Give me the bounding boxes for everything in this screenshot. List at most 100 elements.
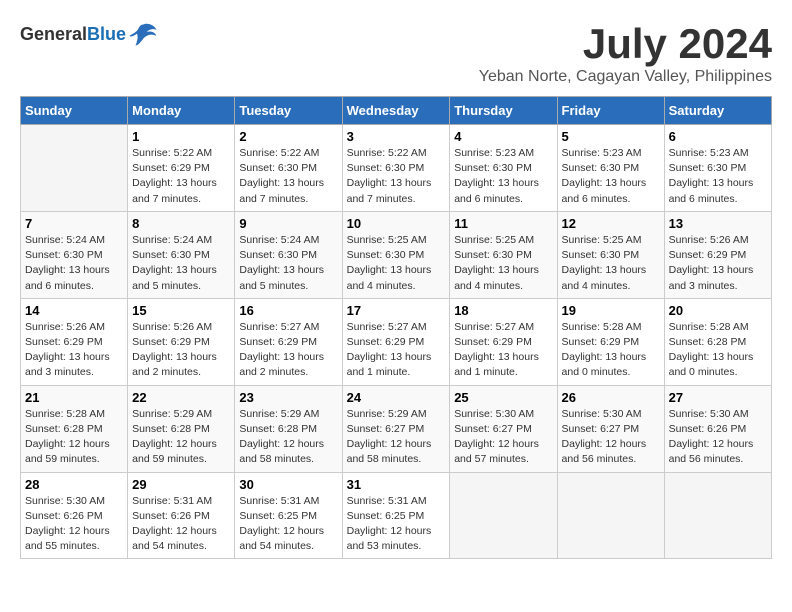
calendar-cell: 24 Sunrise: 5:29 AM Sunset: 6:27 PM Dayli… xyxy=(342,385,450,472)
location-title: Yeban Norte, Cagayan Valley, Philippines xyxy=(479,68,772,86)
calendar-cell: 5 Sunrise: 5:23 AM Sunset: 6:30 PM Daylig… xyxy=(557,125,664,212)
calendar-cell xyxy=(557,472,664,559)
calendar-cell: 13 Sunrise: 5:26 AM Sunset: 6:29 PM Dayli… xyxy=(664,211,771,298)
calendar-cell: 15Sunrise: 5:26 AM Sunset: 6:29 PM Dayli… xyxy=(128,298,235,385)
calendar-cell: 14 Sunrise: 5:26 AM Sunset: 6:29 PM Dayli… xyxy=(21,298,128,385)
calendar-cell: 28Sunrise: 5:30 AM Sunset: 6:26 PM Dayli… xyxy=(21,472,128,559)
calendar-cell: 25Sunrise: 5:30 AM Sunset: 6:27 PM Dayli… xyxy=(450,385,557,472)
day-number: 18 xyxy=(454,303,552,318)
calendar-cell: 1Sunrise: 5:22 AM Sunset: 6:29 PM Daylig… xyxy=(128,125,235,212)
logo: GeneralBlue xyxy=(20,20,158,48)
header-thursday: Thursday xyxy=(450,97,557,125)
day-info: Sunrise: 5:30 AM Sunset: 6:27 PM Dayligh… xyxy=(562,407,660,468)
day-info: Sunrise: 5:24 AM Sunset: 6:30 PM Dayligh… xyxy=(25,233,123,294)
title-section: July 2024 Yeban Norte, Cagayan Valley, P… xyxy=(479,20,772,86)
calendar-cell: 11 Sunrise: 5:25 AM Sunset: 6:30 PM Dayli… xyxy=(450,211,557,298)
week-row-4: 28Sunrise: 5:30 AM Sunset: 6:26 PM Dayli… xyxy=(21,472,772,559)
calendar-cell: 31 Sunrise: 5:31 AM Sunset: 6:25 PM Dayli… xyxy=(342,472,450,559)
week-row-2: 14 Sunrise: 5:26 AM Sunset: 6:29 PM Dayli… xyxy=(21,298,772,385)
day-info: Sunrise: 5:22 AM Sunset: 6:30 PM Dayligh… xyxy=(239,146,337,207)
day-info: Sunrise: 5:28 AM Sunset: 6:29 PM Dayligh… xyxy=(562,320,660,381)
day-number: 13 xyxy=(669,216,767,231)
day-number: 8 xyxy=(132,216,230,231)
day-number: 14 xyxy=(25,303,123,318)
day-number: 16 xyxy=(239,303,337,318)
header-saturday: Saturday xyxy=(664,97,771,125)
day-info: Sunrise: 5:30 AM Sunset: 6:26 PM Dayligh… xyxy=(25,494,123,555)
calendar-cell: 8 Sunrise: 5:24 AM Sunset: 6:30 PM Daylig… xyxy=(128,211,235,298)
day-number: 7 xyxy=(25,216,123,231)
day-number: 31 xyxy=(347,477,446,492)
day-info: Sunrise: 5:29 AM Sunset: 6:27 PM Dayligh… xyxy=(347,407,446,468)
header-friday: Friday xyxy=(557,97,664,125)
calendar-cell: 27Sunrise: 5:30 AM Sunset: 6:26 PM Dayli… xyxy=(664,385,771,472)
day-number: 19 xyxy=(562,303,660,318)
day-number: 1 xyxy=(132,129,230,144)
day-number: 23 xyxy=(239,390,337,405)
logo-bird-icon xyxy=(128,20,158,48)
day-number: 26 xyxy=(562,390,660,405)
calendar-cell: 6 Sunrise: 5:23 AM Sunset: 6:30 PM Daylig… xyxy=(664,125,771,212)
day-info: Sunrise: 5:27 AM Sunset: 6:29 PM Dayligh… xyxy=(454,320,552,381)
header-tuesday: Tuesday xyxy=(235,97,342,125)
day-info: Sunrise: 5:23 AM Sunset: 6:30 PM Dayligh… xyxy=(454,146,552,207)
day-info: Sunrise: 5:31 AM Sunset: 6:25 PM Dayligh… xyxy=(347,494,446,555)
day-info: Sunrise: 5:28 AM Sunset: 6:28 PM Dayligh… xyxy=(25,407,123,468)
calendar-cell: 30Sunrise: 5:31 AM Sunset: 6:25 PM Dayli… xyxy=(235,472,342,559)
day-number: 22 xyxy=(132,390,230,405)
day-info: Sunrise: 5:27 AM Sunset: 6:29 PM Dayligh… xyxy=(239,320,337,381)
logo-general: General xyxy=(20,24,87,44)
calendar-cell xyxy=(450,472,557,559)
day-number: 24 xyxy=(347,390,446,405)
day-info: Sunrise: 5:23 AM Sunset: 6:30 PM Dayligh… xyxy=(669,146,767,207)
day-number: 21 xyxy=(25,390,123,405)
day-number: 2 xyxy=(239,129,337,144)
day-number: 6 xyxy=(669,129,767,144)
day-number: 3 xyxy=(347,129,446,144)
day-info: Sunrise: 5:23 AM Sunset: 6:30 PM Dayligh… xyxy=(562,146,660,207)
day-info: Sunrise: 5:24 AM Sunset: 6:30 PM Dayligh… xyxy=(239,233,337,294)
day-info: Sunrise: 5:24 AM Sunset: 6:30 PM Dayligh… xyxy=(132,233,230,294)
day-info: Sunrise: 5:25 AM Sunset: 6:30 PM Dayligh… xyxy=(454,233,552,294)
day-number: 20 xyxy=(669,303,767,318)
calendar-cell: 9 Sunrise: 5:24 AM Sunset: 6:30 PM Daylig… xyxy=(235,211,342,298)
week-row-3: 21 Sunrise: 5:28 AM Sunset: 6:28 PM Dayli… xyxy=(21,385,772,472)
calendar-cell: 4 Sunrise: 5:23 AM Sunset: 6:30 PM Daylig… xyxy=(450,125,557,212)
week-row-0: 1Sunrise: 5:22 AM Sunset: 6:29 PM Daylig… xyxy=(21,125,772,212)
logo-blue: Blue xyxy=(87,24,126,44)
header: GeneralBlue July 2024 Yeban Norte, Cagay… xyxy=(20,20,772,86)
day-number: 15 xyxy=(132,303,230,318)
calendar-cell xyxy=(21,125,128,212)
day-number: 12 xyxy=(562,216,660,231)
day-info: Sunrise: 5:29 AM Sunset: 6:28 PM Dayligh… xyxy=(239,407,337,468)
day-number: 30 xyxy=(239,477,337,492)
calendar-header-row: SundayMondayTuesdayWednesdayThursdayFrid… xyxy=(21,97,772,125)
calendar-cell: 29Sunrise: 5:31 AM Sunset: 6:26 PM Dayli… xyxy=(128,472,235,559)
day-number: 9 xyxy=(239,216,337,231)
calendar-cell: 2 Sunrise: 5:22 AM Sunset: 6:30 PM Daylig… xyxy=(235,125,342,212)
day-info: Sunrise: 5:27 AM Sunset: 6:29 PM Dayligh… xyxy=(347,320,446,381)
day-info: Sunrise: 5:25 AM Sunset: 6:30 PM Dayligh… xyxy=(562,233,660,294)
day-info: Sunrise: 5:29 AM Sunset: 6:28 PM Dayligh… xyxy=(132,407,230,468)
day-info: Sunrise: 5:26 AM Sunset: 6:29 PM Dayligh… xyxy=(25,320,123,381)
calendar-cell xyxy=(664,472,771,559)
calendar-cell: 10 Sunrise: 5:25 AM Sunset: 6:30 PM Dayli… xyxy=(342,211,450,298)
day-number: 27 xyxy=(669,390,767,405)
day-number: 17 xyxy=(347,303,446,318)
day-number: 11 xyxy=(454,216,552,231)
day-info: Sunrise: 5:26 AM Sunset: 6:29 PM Dayligh… xyxy=(669,233,767,294)
calendar-cell: 19 Sunrise: 5:28 AM Sunset: 6:29 PM Dayli… xyxy=(557,298,664,385)
calendar-cell: 16 Sunrise: 5:27 AM Sunset: 6:29 PM Dayli… xyxy=(235,298,342,385)
day-number: 4 xyxy=(454,129,552,144)
day-number: 5 xyxy=(562,129,660,144)
day-number: 10 xyxy=(347,216,446,231)
day-number: 29 xyxy=(132,477,230,492)
day-info: Sunrise: 5:28 AM Sunset: 6:28 PM Dayligh… xyxy=(669,320,767,381)
calendar-cell: 18 Sunrise: 5:27 AM Sunset: 6:29 PM Dayli… xyxy=(450,298,557,385)
calendar-cell: 26 Sunrise: 5:30 AM Sunset: 6:27 PM Dayli… xyxy=(557,385,664,472)
calendar-cell: 3Sunrise: 5:22 AM Sunset: 6:30 PM Daylig… xyxy=(342,125,450,212)
calendar-cell: 21 Sunrise: 5:28 AM Sunset: 6:28 PM Dayli… xyxy=(21,385,128,472)
day-info: Sunrise: 5:25 AM Sunset: 6:30 PM Dayligh… xyxy=(347,233,446,294)
calendar-cell: 20 Sunrise: 5:28 AM Sunset: 6:28 PM Dayli… xyxy=(664,298,771,385)
calendar-cell: 23 Sunrise: 5:29 AM Sunset: 6:28 PM Dayli… xyxy=(235,385,342,472)
